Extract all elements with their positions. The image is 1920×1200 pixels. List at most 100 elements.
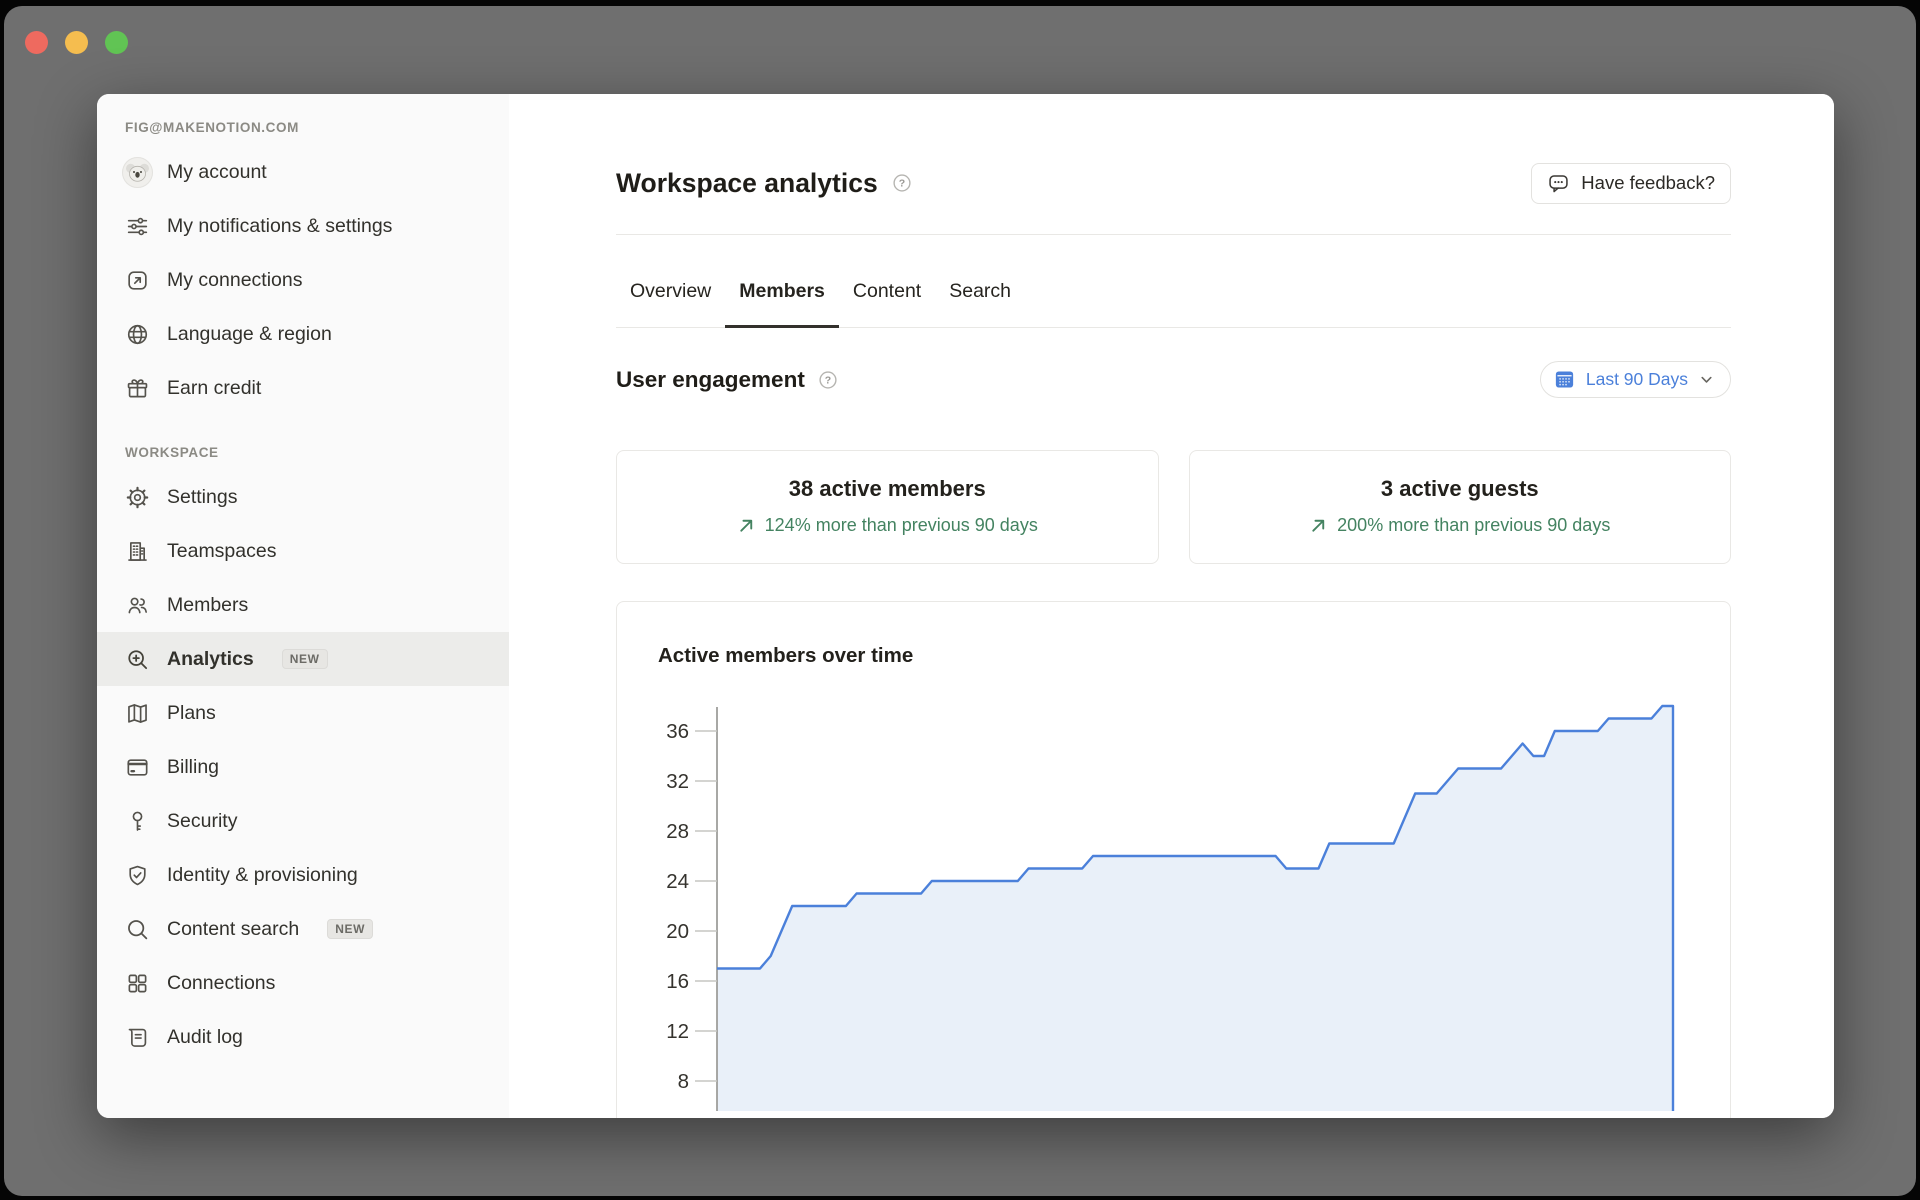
chart-y-axis: 363228242016128 (666, 707, 717, 1111)
tab-content[interactable]: Content (839, 268, 935, 328)
svg-text:12: 12 (666, 1020, 689, 1043)
map-icon (125, 701, 150, 726)
key-icon (125, 809, 150, 834)
koala-avatar-icon (122, 157, 153, 188)
close-button[interactable] (25, 31, 48, 54)
svg-text:24: 24 (666, 870, 689, 893)
active-members-chart-card: Active members over time 363228242016128 (616, 601, 1731, 1118)
tab-overview[interactable]: Overview (616, 268, 725, 328)
user-engagement-header: User engagement ? (616, 361, 1731, 398)
page-header: Workspace analytics ? (616, 160, 1731, 206)
chart-title: Active members over time (658, 644, 1730, 668)
account-email-label: FIG@MAKENOTION.COM (97, 116, 509, 145)
sidebar-item-label: Earn credit (167, 375, 261, 402)
trend-up-icon (737, 516, 756, 535)
sidebar-item-analytics[interactable]: Analytics NEW (97, 632, 509, 686)
window-controls (25, 31, 128, 54)
sidebar-item-billing[interactable]: Billing (97, 740, 509, 794)
sidebar-item-identity-provisioning[interactable]: Identity & provisioning (97, 848, 509, 902)
people-icon (125, 593, 150, 618)
tab-members[interactable]: Members (725, 268, 839, 328)
sidebar-item-label: Identity & provisioning (167, 862, 358, 889)
chart-area-fill (717, 706, 1673, 1111)
svg-text:28: 28 (666, 820, 689, 843)
grid-squares-icon (125, 971, 150, 996)
arrow-up-right-box-icon (125, 268, 150, 293)
page-title: Workspace analytics ? (616, 168, 913, 199)
chat-bubble-icon (1547, 172, 1570, 195)
svg-text:20: 20 (666, 920, 689, 943)
user-engagement-title: User engagement ? (616, 367, 839, 393)
shield-check-icon (125, 863, 150, 888)
magnifier-plus-icon (125, 647, 150, 672)
svg-text:8: 8 (678, 1070, 689, 1093)
help-icon[interactable]: ? (891, 172, 913, 194)
gift-icon (125, 376, 150, 401)
analytics-tabs: Overview Members Content Search (616, 268, 1731, 328)
sidebar-item-label: Billing (167, 754, 219, 781)
sidebar-item-security[interactable]: Security (97, 794, 509, 848)
sliders-icon (125, 214, 150, 239)
sidebar-item-language-region[interactable]: Language & region (97, 307, 509, 361)
sidebar-item-label: Connections (167, 970, 275, 997)
sidebar-item-my-notifications-settings[interactable]: My notifications & settings (97, 199, 509, 253)
sidebar-item-label: Language & region (167, 321, 332, 348)
svg-text:32: 32 (666, 770, 689, 793)
sidebar-item-plans[interactable]: Plans (97, 686, 509, 740)
sidebar-item-label: Analytics (167, 646, 254, 673)
credit-card-icon (125, 755, 150, 780)
sidebar-item-content-search[interactable]: Content search NEW (97, 902, 509, 956)
sidebar-item-label: Members (167, 592, 248, 619)
zoom-button[interactable] (105, 31, 128, 54)
trend-up-icon (1309, 516, 1328, 535)
building-icon (125, 539, 150, 564)
sidebar-item-label: Security (167, 808, 237, 835)
chevron-down-icon (1698, 371, 1715, 388)
minimize-button[interactable] (65, 31, 88, 54)
user-engagement-title-text: User engagement (616, 367, 805, 393)
svg-text:?: ? (898, 178, 904, 190)
sidebar-item-my-account[interactable]: My account (97, 145, 509, 199)
header-divider (616, 234, 1731, 235)
screen: FIG@MAKENOTION.COM My account (0, 0, 1920, 1200)
sidebar-item-earn-credit[interactable]: Earn credit (97, 361, 509, 415)
sidebar-item-settings[interactable]: Settings (97, 470, 509, 524)
svg-text:16: 16 (666, 970, 689, 993)
page-title-text: Workspace analytics (616, 168, 878, 199)
svg-text:?: ? (825, 374, 831, 386)
sidebar-item-label: Teamspaces (167, 538, 276, 565)
have-feedback-button[interactable]: Have feedback? (1531, 163, 1731, 204)
sidebar-item-label: My connections (167, 267, 302, 294)
active-guests-card: 3 active guests 200% more than previous … (1189, 450, 1732, 564)
gear-icon (125, 485, 150, 510)
active-members-card: 38 active members 124% more than previou… (616, 450, 1159, 564)
active-members-delta-text: 124% more than previous 90 days (765, 515, 1038, 536)
sidebar-item-label: Content search (167, 916, 299, 943)
settings-dialog: FIG@MAKENOTION.COM My account (97, 94, 1834, 1118)
active-guests-delta-text: 200% more than previous 90 days (1337, 515, 1610, 536)
active-members-area-chart: 363228242016128 (635, 701, 1735, 1111)
app-window: FIG@MAKENOTION.COM My account (4, 6, 1916, 1196)
help-icon[interactable]: ? (817, 369, 839, 391)
calendar-icon (1553, 368, 1576, 391)
sidebar-item-label: My account (167, 159, 267, 186)
sidebar-item-audit-log[interactable]: Audit log (97, 1010, 509, 1064)
date-range-dropdown[interactable]: Last 90 Days (1540, 361, 1731, 398)
new-badge: NEW (327, 919, 373, 939)
sidebar-item-label: Audit log (167, 1024, 243, 1051)
new-badge: NEW (282, 649, 328, 669)
stat-cards: 38 active members 124% more than previou… (616, 450, 1731, 564)
active-members-value: 38 active members (637, 476, 1138, 502)
sidebar-item-label: Settings (167, 484, 237, 511)
globe-icon (125, 322, 150, 347)
sidebar-item-teamspaces[interactable]: Teamspaces (97, 524, 509, 578)
date-range-label: Last 90 Days (1586, 369, 1688, 390)
active-members-delta: 124% more than previous 90 days (637, 515, 1138, 536)
settings-sidebar: FIG@MAKENOTION.COM My account (97, 94, 509, 1118)
sidebar-item-my-connections[interactable]: My connections (97, 253, 509, 307)
sidebar-item-connections[interactable]: Connections (97, 956, 509, 1010)
sidebar-item-members[interactable]: Members (97, 578, 509, 632)
tab-search[interactable]: Search (935, 268, 1025, 328)
have-feedback-label: Have feedback? (1581, 172, 1715, 194)
sidebar-item-label: Plans (167, 700, 216, 727)
